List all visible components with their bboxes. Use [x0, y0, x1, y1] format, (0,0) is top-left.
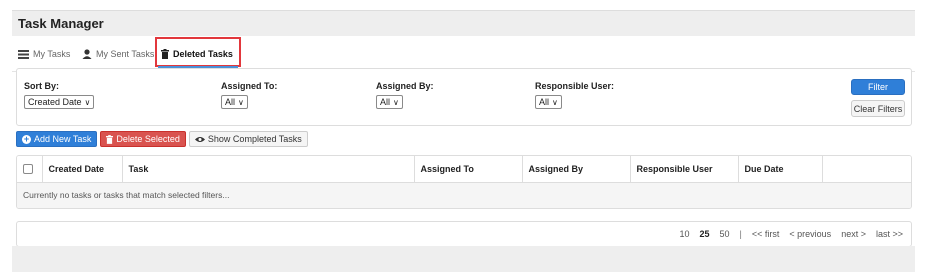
tasks-table: Created Date Task Assigned To Assigned B… — [16, 155, 912, 209]
col-assigned-by[interactable]: Assigned By — [522, 156, 631, 183]
chevron-down-icon: ∨ — [552, 97, 558, 107]
page-size-10[interactable]: 10 — [680, 229, 690, 239]
last-page-link[interactable]: last >> — [876, 229, 903, 239]
assigned-to-label: Assigned To: — [221, 81, 278, 91]
sort-by-select[interactable]: Created Date ∨ — [24, 95, 95, 109]
select-all-checkbox[interactable] — [23, 164, 33, 175]
sort-by-label: Sort By: — [24, 81, 60, 91]
page-size-25[interactable]: 25 — [700, 229, 710, 239]
app-header: Task Manager — [12, 10, 915, 36]
assigned-by-value: All — [380, 97, 391, 107]
tab-my-sent-tasks-label: My Sent Tasks — [96, 49, 155, 59]
select-all-cell — [17, 156, 43, 183]
responsible-user-group: Responsible User: All ∨ — [535, 81, 614, 109]
pagination-bar: 10 25 50 | << first < previous next > la… — [16, 221, 912, 247]
col-responsible-user[interactable]: Responsible User — [630, 156, 739, 183]
action-bar: + Add New Task Delete Selected Show Comp… — [16, 131, 308, 147]
next-page-link[interactable]: next > — [841, 229, 866, 239]
user-icon — [82, 49, 92, 59]
tab-my-sent-tasks[interactable]: My Sent Tasks — [82, 45, 154, 63]
table-row: Currently no tasks or tasks that match s… — [17, 182, 911, 208]
col-task[interactable]: Task — [122, 156, 415, 183]
active-tab-highlight — [155, 37, 241, 67]
task-manager-app: Task Manager My Tasks My Sent Tasks Dele… — [12, 10, 915, 272]
responsible-user-label: Responsible User: — [535, 81, 615, 91]
show-completed-tasks-label: Show Completed Tasks — [207, 134, 302, 144]
tab-my-tasks-label: My Tasks — [33, 49, 71, 59]
responsible-user-value: All — [539, 97, 550, 107]
list-icon — [18, 49, 29, 59]
assigned-to-group: Assigned To: All ∨ — [221, 81, 277, 109]
assigned-by-select[interactable]: All ∨ — [376, 95, 403, 109]
first-page-link[interactable]: << first — [752, 229, 780, 239]
delete-selected-label: Delete Selected — [116, 134, 180, 144]
col-actions — [822, 156, 911, 183]
filter-button[interactable]: Filter — [851, 79, 905, 95]
assigned-by-group: Assigned By: All ∨ — [376, 81, 434, 109]
sort-by-group: Sort By: Created Date ∨ — [24, 81, 95, 109]
pagination-controls: 10 25 50 | << first < previous next > la… — [680, 229, 904, 239]
tab-my-tasks[interactable]: My Tasks — [18, 45, 70, 63]
assigned-to-select[interactable]: All ∨ — [221, 95, 248, 109]
responsible-user-select[interactable]: All ∨ — [535, 95, 562, 109]
chevron-down-icon: ∨ — [393, 97, 399, 107]
nav-tabs: My Tasks My Sent Tasks Deleted Tasks — [12, 36, 915, 72]
assigned-by-label: Assigned By: — [376, 81, 434, 91]
sort-by-value: Created Date — [28, 97, 82, 107]
app-footer — [12, 246, 915, 272]
page-size-50[interactable]: 50 — [720, 229, 730, 239]
plus-circle-icon: + — [22, 133, 31, 144]
add-new-task-label: Add New Task — [34, 134, 92, 144]
clear-filters-button[interactable]: Clear Filters — [851, 100, 905, 117]
chevron-down-icon: ∨ — [84, 97, 91, 107]
add-new-task-button[interactable]: + Add New Task — [16, 131, 98, 147]
col-assigned-to[interactable]: Assigned To — [414, 156, 523, 183]
delete-selected-button[interactable]: Delete Selected — [100, 131, 186, 147]
col-created-date[interactable]: Created Date — [42, 156, 123, 183]
show-completed-tasks-button[interactable]: Show Completed Tasks — [188, 131, 308, 147]
eye-icon — [194, 136, 205, 142]
assigned-to-value: All — [225, 97, 236, 107]
empty-state-message: Currently no tasks or tasks that match s… — [17, 182, 911, 208]
col-due-date[interactable]: Due Date — [738, 156, 823, 183]
table-header-row: Created Date Task Assigned To Assigned B… — [17, 156, 911, 183]
previous-page-link[interactable]: < previous — [789, 229, 831, 239]
pagination-separator: | — [739, 229, 742, 239]
page-title: Task Manager — [18, 16, 104, 31]
filter-panel: Sort By: Created Date ∨ Assigned To: All… — [16, 68, 912, 126]
chevron-down-icon: ∨ — [238, 97, 244, 107]
trash-icon — [106, 134, 114, 144]
